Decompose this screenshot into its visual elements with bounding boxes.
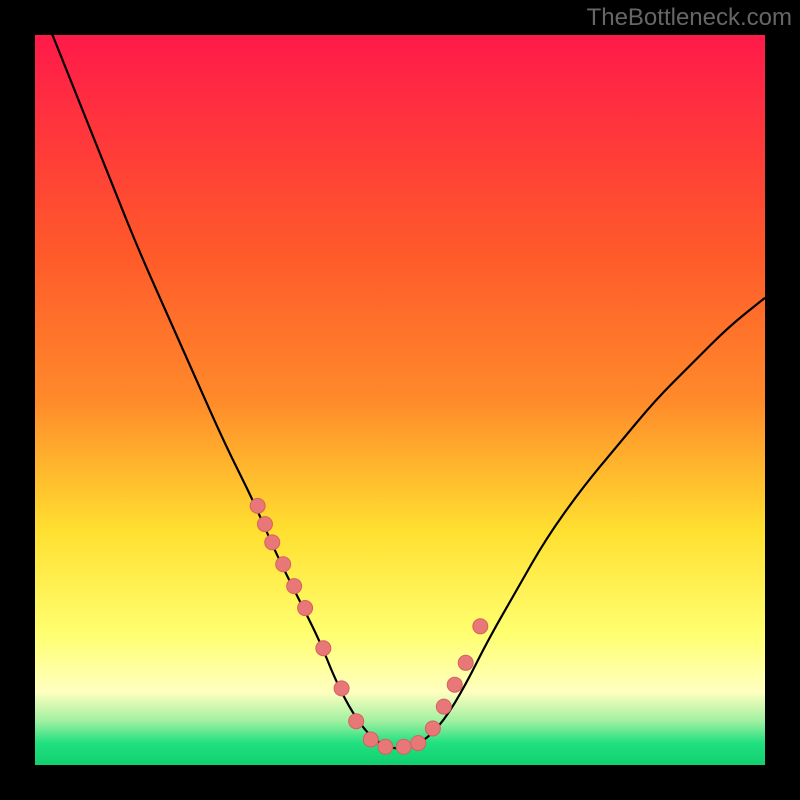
data-point <box>458 655 473 670</box>
data-point <box>396 739 411 754</box>
chart-frame: TheBottleneck.com <box>0 0 800 800</box>
data-point <box>425 721 440 736</box>
data-point <box>411 736 426 751</box>
data-point <box>436 699 451 714</box>
data-point <box>276 557 291 572</box>
chart-svg <box>35 35 765 765</box>
data-point <box>363 732 378 747</box>
data-point <box>473 619 488 634</box>
data-point <box>265 535 280 550</box>
data-point <box>447 677 462 692</box>
data-point <box>287 579 302 594</box>
data-point <box>334 681 349 696</box>
data-point <box>349 714 364 729</box>
plot-area <box>35 35 765 765</box>
data-point <box>316 641 331 656</box>
data-point <box>250 498 265 513</box>
data-point <box>257 517 272 532</box>
data-point <box>378 739 393 754</box>
data-point <box>298 601 313 616</box>
watermark-label: TheBottleneck.com <box>587 4 792 32</box>
